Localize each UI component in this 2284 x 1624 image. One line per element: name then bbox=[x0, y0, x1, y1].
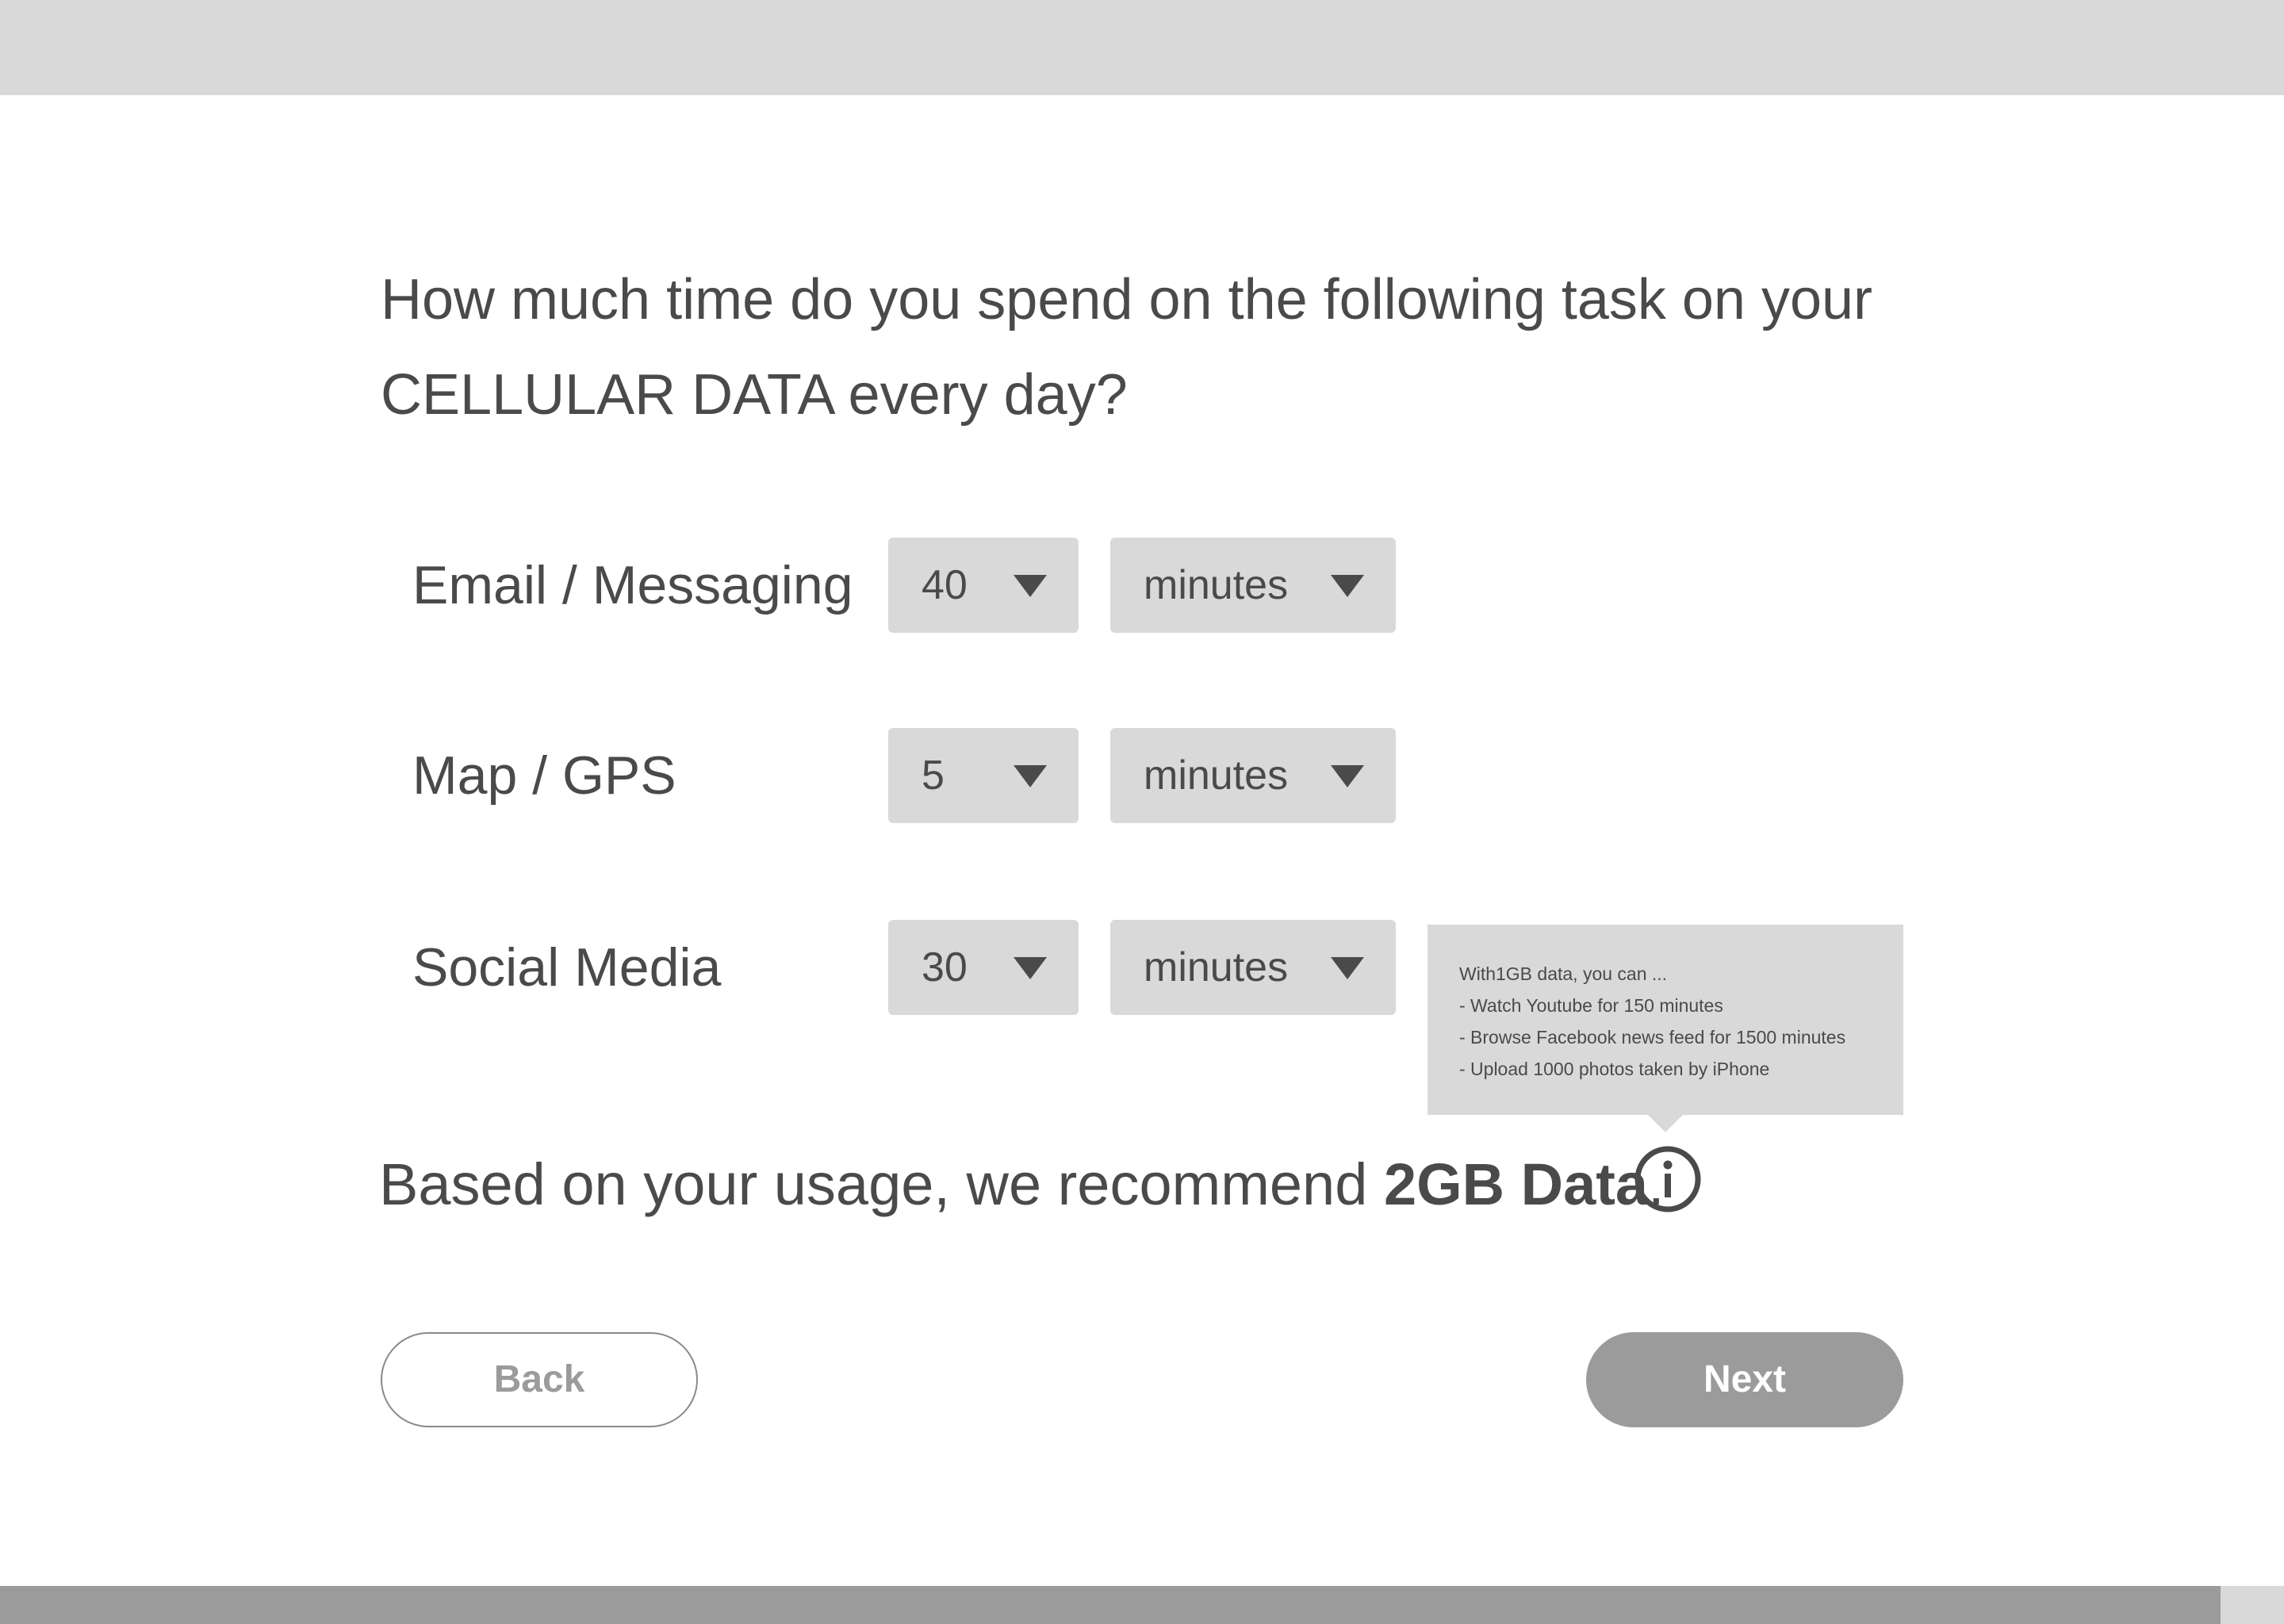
tooltip-line: - Watch Youtube for 150 minutes bbox=[1459, 995, 1723, 1016]
caret-down-icon bbox=[1331, 575, 1364, 597]
unit-value: minutes bbox=[1144, 753, 1289, 799]
next-button[interactable]: Next bbox=[1586, 1332, 1903, 1427]
tooltip-line: - Browse Facebook news feed for 1500 min… bbox=[1459, 1027, 1846, 1048]
tooltip-line: - Upload 1000 photos taken by iPhone bbox=[1459, 1059, 1770, 1079]
tooltip-line: With1GB data, you can ... bbox=[1459, 963, 1668, 984]
recommendation-value: 2GB Data bbox=[1383, 1151, 1649, 1217]
info-icon[interactable] bbox=[1634, 1145, 1702, 1213]
unit-value: minutes bbox=[1144, 944, 1289, 990]
task-label-email-messaging: Email / Messaging bbox=[412, 555, 853, 615]
caret-down-icon bbox=[1331, 765, 1364, 787]
question-heading: How much time do you spend on the follow… bbox=[381, 252, 1967, 442]
recommendation-text: Based on your usage, we recommend 2GB Da… bbox=[379, 1137, 1665, 1232]
amount-select-map-gps[interactable]: 5 bbox=[888, 728, 1079, 823]
caret-down-icon bbox=[1014, 957, 1047, 979]
top-bar bbox=[0, 0, 2284, 95]
amount-value: 5 bbox=[922, 753, 945, 799]
caret-down-icon bbox=[1331, 957, 1364, 979]
task-label-social-media: Social Media bbox=[412, 937, 722, 998]
amount-select-email-messaging[interactable]: 40 bbox=[888, 538, 1079, 633]
task-label-map-gps: Map / GPS bbox=[412, 745, 676, 806]
caret-down-icon bbox=[1014, 575, 1047, 597]
recommendation-prefix: Based on your usage, we recommend bbox=[379, 1151, 1384, 1217]
data-info-tooltip: With1GB data, you can ... - Watch Youtub… bbox=[1428, 925, 1903, 1132]
amount-value: 30 bbox=[922, 944, 968, 990]
caret-down-icon bbox=[1014, 765, 1047, 787]
progress-bar-track bbox=[2221, 1586, 2284, 1624]
unit-value: minutes bbox=[1144, 562, 1289, 608]
progress-bar-fill bbox=[0, 1586, 2221, 1624]
question-line-2: CELLULAR DATA every day? bbox=[381, 363, 1128, 427]
amount-value: 40 bbox=[922, 562, 968, 608]
unit-select-social-media[interactable]: minutes bbox=[1110, 920, 1396, 1015]
back-button[interactable]: Back bbox=[381, 1332, 698, 1427]
amount-select-social-media[interactable]: 30 bbox=[888, 920, 1079, 1015]
unit-select-email-messaging[interactable]: minutes bbox=[1110, 538, 1396, 633]
unit-select-map-gps[interactable]: minutes bbox=[1110, 728, 1396, 823]
question-line-1: How much time do you spend on the follow… bbox=[381, 268, 1873, 331]
